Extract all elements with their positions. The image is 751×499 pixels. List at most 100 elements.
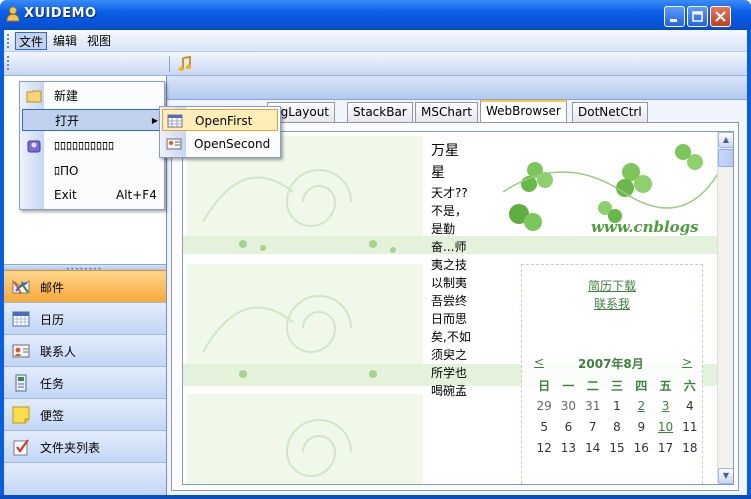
article-title: 万星星	[431, 143, 459, 181]
tab-stackbar[interactable]: StackBar	[347, 102, 413, 122]
calendar-day: 7	[588, 419, 597, 434]
contacts-icon	[12, 344, 30, 358]
menu-label-new: 新建	[54, 89, 79, 103]
calendar-week-row: 12 13 14 15 16 17 18	[532, 437, 702, 458]
menu-item-exit[interactable]: Exit Alt+F4	[22, 184, 163, 206]
grid-icon	[167, 114, 183, 128]
calendar-weekday-row: 日一二三四五六	[532, 375, 702, 395]
minimize-button[interactable]	[664, 6, 685, 27]
close-icon	[715, 11, 726, 22]
scroll-down-button[interactable]: ▼	[718, 468, 733, 484]
submenu-item-openfirst[interactable]: OpenFirst	[162, 109, 278, 131]
music-note-icon[interactable]	[178, 56, 192, 72]
tab-webbrowser[interactable]: WebBrowser	[480, 100, 567, 122]
toolbar-grip[interactable]	[7, 56, 10, 70]
tab-mschart[interactable]: MSChart	[415, 102, 478, 122]
submenu-label-openfirst: OpenFirst	[195, 114, 253, 128]
close-button[interactable]	[710, 6, 731, 27]
sidebar-widget: 简历下载 联系我 < 2007年8月 > 日一二三四五六 29 30 31 1 2 3 4 5 6…	[521, 264, 703, 484]
contact-me-link[interactable]: 联系我	[522, 295, 702, 312]
minimize-icon	[670, 19, 677, 22]
nav-label-calendar: 日历	[40, 313, 65, 327]
site-logo-text: www.cnblogs	[591, 218, 699, 236]
nav-label-notes: 便签	[40, 409, 65, 423]
menu-bar: 文件 编辑 视图	[4, 30, 747, 52]
menu-item-garbled-2[interactable]: ﾛПО	[22, 160, 163, 182]
title-bar[interactable]: XUIDEMO	[0, 0, 751, 30]
calendar-header: < 2007年8月 >	[534, 355, 694, 371]
maximize-button[interactable]	[687, 6, 708, 27]
calendar-month-title: 2007年8月	[578, 357, 644, 371]
article-body: 天才??不是，是勤奋...师夷之技以制夷 吾尝终日而思矣,不如须臾之所学也 喝碗…	[431, 186, 471, 398]
calendar-week-row: 5 6 7 8 9 10 11	[532, 416, 702, 437]
calendar-day: 5	[540, 419, 548, 434]
calendar-weekday: 三	[610, 378, 623, 393]
client-area: 文件 编辑 视图 ••••••••	[4, 30, 747, 495]
calendar-day: 6	[564, 419, 573, 434]
menu-item-new[interactable]: 新建	[22, 85, 163, 107]
maximize-icon	[692, 11, 703, 22]
calendar-day: 18	[682, 440, 698, 455]
menu-label-garbled: ﾛﾛﾛﾛﾛﾛﾛﾛﾛﾛ	[54, 139, 115, 153]
submenu-item-opensecond[interactable]: OpenSecond	[162, 133, 278, 155]
calendar-day: 12	[536, 440, 552, 455]
article-text: 万星星 天才??不是，是勤奋...师夷之技以制夷 吾尝终日而思矣,不如须臾之所学…	[431, 140, 471, 400]
nav-item-contacts[interactable]: 联系人	[4, 334, 166, 366]
calendar-weekday: 一	[562, 378, 575, 393]
folder-icon	[26, 90, 42, 103]
calendar-day[interactable]: 3	[653, 395, 677, 416]
submenu-label-opensecond: OpenSecond	[194, 137, 271, 151]
toolbar-separator	[169, 56, 170, 72]
window-title: XUIDEMO	[24, 6, 97, 21]
menu-edit[interactable]: 编辑	[50, 32, 80, 50]
open-submenu: OpenFirst OpenSecond	[159, 106, 281, 158]
users-icon	[27, 140, 41, 153]
calendar-prev-link[interactable]: <	[534, 355, 544, 369]
menu-item-open[interactable]: 打开 ▶	[22, 109, 163, 131]
menu-file[interactable]: 文件	[15, 32, 48, 50]
menu-label-garbled-2: ﾛПО	[54, 164, 79, 178]
menu-shortcut-exit: Alt+F4	[116, 188, 157, 202]
nav-item-tasks[interactable]: 任务	[4, 366, 166, 398]
nav-item-calendar[interactable]: 日历	[4, 302, 166, 334]
app-window: XUIDEMO 文件 编辑 视图 邮件 日历 联系人 任务 便签 文件夹列表 n…	[0, 0, 751, 499]
calendar-day: 30	[560, 398, 577, 413]
calendar-weekday: 六	[683, 378, 696, 393]
menu-label-open: 打开	[55, 114, 80, 128]
calendar-day: 9	[637, 419, 646, 434]
web-browser[interactable]: 万星星 天才??不是，是勤奋...师夷之技以制夷 吾尝终日而思矣,不如须臾之所学…	[182, 131, 734, 485]
form-icon	[166, 138, 182, 150]
calendar-day: 29	[536, 398, 552, 413]
folder-list-icon	[13, 439, 29, 456]
calendar-next-link[interactable]: >	[682, 355, 692, 369]
scroll-thumb[interactable]	[718, 149, 733, 167]
menu-item-garbled[interactable]: ﾛﾛﾛﾛﾛﾛﾛﾛﾛﾛ	[22, 135, 163, 157]
tasks-icon	[15, 374, 27, 392]
calendar-day: 11	[682, 419, 698, 434]
nav-label-folder-list: 文件夹列表	[40, 441, 101, 455]
calendar-weekday: 四	[635, 378, 648, 393]
nav-item-mail[interactable]: 邮件	[4, 270, 166, 302]
menubar-grip[interactable]	[7, 34, 10, 48]
file-menu-dropdown: 新建 打开 ▶ ﾛﾛﾛﾛﾛﾛﾛﾛﾛﾛ ﾛПО Exit Alt+F4	[19, 81, 165, 210]
browser-scrollbar[interactable]: ▲ ▼	[717, 132, 733, 484]
window-frame-bottom	[0, 495, 751, 499]
resume-download-link[interactable]: 简历下载	[522, 277, 702, 294]
notes-icon	[12, 406, 30, 424]
scroll-up-button[interactable]: ▲	[718, 132, 733, 148]
calendar-day: 16	[633, 440, 649, 455]
nav-label-mail: 邮件	[40, 281, 65, 295]
user-icon	[6, 6, 20, 22]
calendar-day: 13	[560, 440, 577, 455]
toolbar	[4, 52, 747, 76]
nav-item-notes[interactable]: 便签	[4, 398, 166, 430]
calendar-icon	[12, 311, 30, 327]
nav-item-folder-list[interactable]: 文件夹列表	[4, 430, 166, 462]
tab-dotnetctrl[interactable]: DotNetCtrl	[572, 102, 648, 122]
calendar-day[interactable]: 2	[629, 395, 653, 416]
nav-overflow[interactable]	[4, 462, 166, 495]
menu-view[interactable]: 视图	[84, 32, 114, 50]
calendar-weekday: 二	[586, 378, 599, 393]
submenu-arrow-icon: ▶	[151, 116, 158, 125]
calendar-day[interactable]: 10	[653, 416, 677, 437]
